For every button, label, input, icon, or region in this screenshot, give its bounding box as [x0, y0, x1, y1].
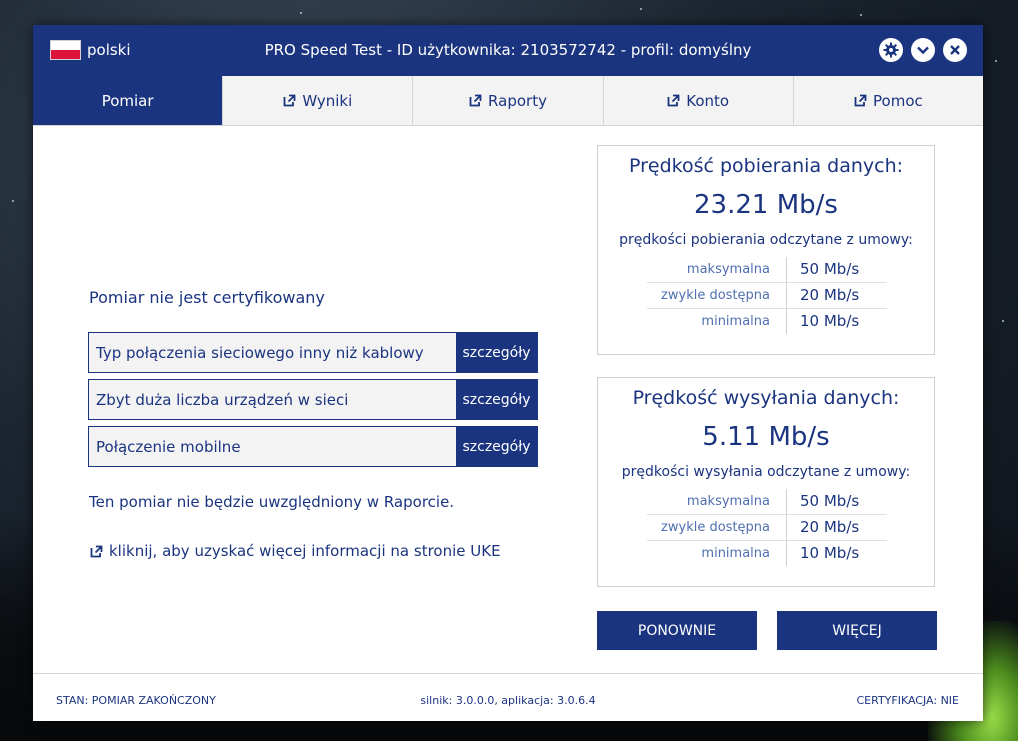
- tab-label: Wyniki: [302, 91, 353, 110]
- row-label: minimalna: [647, 541, 787, 566]
- settings-button[interactable]: [879, 38, 903, 62]
- window-title: PRO Speed Test - ID użytkownika: 2103572…: [264, 41, 752, 59]
- table-row: minimalna 10 Mb/s: [647, 309, 887, 334]
- certification-status: CERTYFIKACJA: NIE: [856, 694, 959, 707]
- title-bar: polski PRO Speed Test - ID użytkownika: …: [33, 25, 983, 76]
- tab-wyniki[interactable]: Wyniki: [223, 76, 414, 125]
- tab-pomiar[interactable]: Pomiar: [33, 76, 224, 125]
- upload-speed: 5.11 Mb/s: [702, 422, 830, 452]
- star: [1002, 320, 1004, 322]
- external-link-icon: [90, 545, 103, 557]
- issue-text: Zbyt duża liczba urządzeń w sieci: [96, 390, 349, 409]
- tab-pomoc[interactable]: Pomoc: [793, 76, 984, 125]
- external-link-icon: [283, 94, 296, 107]
- star: [995, 60, 997, 62]
- row-label: zwykle dostępna: [647, 515, 787, 540]
- details-button[interactable]: szczegóły: [456, 380, 537, 419]
- close-button[interactable]: [943, 38, 967, 62]
- star: [300, 12, 302, 14]
- row-value: 50 Mb/s: [800, 492, 860, 510]
- star: [640, 8, 642, 10]
- row-label: maksymalna: [647, 489, 787, 514]
- tab-label: Konto: [686, 91, 730, 110]
- more-button[interactable]: WIĘCEJ: [777, 611, 937, 650]
- uke-info-link-text: kliknij, aby uzyskać więcej informacji n…: [109, 542, 501, 560]
- retry-button[interactable]: PONOWNIE: [597, 611, 757, 650]
- upload-title: Prędkość wysyłania danych:: [632, 387, 900, 409]
- external-link-icon: [667, 94, 680, 107]
- minimize-button[interactable]: [911, 38, 935, 62]
- download-contract-table: maksymalna 50 Mb/s zwykle dostępna 20 Mb…: [647, 257, 887, 334]
- tab-bar: Pomiar Wyniki Raporty Konto Pomoc: [33, 76, 984, 126]
- details-button[interactable]: szczegóły: [456, 333, 537, 372]
- external-link-icon: [854, 94, 867, 107]
- row-value: 20 Mb/s: [800, 286, 860, 304]
- table-row: minimalna 10 Mb/s: [647, 541, 887, 566]
- upload-contract-table: maksymalna 50 Mb/s zwykle dostępna 20 Mb…: [647, 489, 887, 566]
- version-info: silnik: 3.0.0.0, aplikacja: 3.0.6.4: [420, 694, 596, 707]
- external-link-icon: [469, 94, 482, 107]
- issue-row: Połączenie mobilne szczegóły: [88, 426, 538, 467]
- star: [12, 200, 14, 202]
- upload-panel: Prędkość wysyłania danych: 5.11 Mb/s prę…: [597, 377, 935, 587]
- certification-message: Pomiar nie jest certyfikowany: [89, 288, 325, 307]
- tab-label: Raporty: [488, 91, 547, 110]
- download-contract-label: prędkości pobierania odczytane z umowy:: [619, 232, 913, 248]
- download-speed: 23.21 Mb/s: [694, 190, 838, 220]
- row-value: 10 Mb/s: [800, 312, 860, 330]
- report-note: Ten pomiar nie będzie uwzględniony w Rap…: [89, 493, 455, 511]
- table-row: maksymalna 50 Mb/s: [647, 257, 887, 283]
- table-row: zwykle dostępna 20 Mb/s: [647, 515, 887, 541]
- close-icon: [950, 45, 960, 55]
- row-value: 10 Mb/s: [800, 544, 860, 562]
- details-button[interactable]: szczegóły: [456, 427, 537, 466]
- issue-row: Typ połączenia sieciowego inny niż kablo…: [88, 332, 538, 373]
- row-label: minimalna: [647, 309, 787, 334]
- status-bar: STAN: POMIAR ZAKOŃCZONY silnik: 3.0.0.0,…: [33, 673, 983, 721]
- row-label: zwykle dostępna: [647, 283, 787, 308]
- chevron-down-icon: [917, 46, 929, 55]
- table-row: maksymalna 50 Mb/s: [647, 489, 887, 515]
- issue-row: Zbyt duża liczba urządzeń w sieci szczeg…: [88, 379, 538, 420]
- gear-icon: [883, 42, 899, 58]
- upload-contract-label: prędkości wysyłania odczytane z umowy:: [621, 464, 911, 480]
- row-label: maksymalna: [647, 257, 787, 282]
- star: [860, 14, 862, 16]
- tab-konto[interactable]: Konto: [603, 76, 794, 125]
- issue-text: Typ połączenia sieciowego inny niż kablo…: [96, 343, 424, 362]
- download-panel: Prędkość pobierania danych: 23.21 Mb/s p…: [597, 145, 935, 355]
- download-title: Prędkość pobierania danych:: [628, 155, 904, 177]
- tab-label: Pomiar: [101, 91, 154, 110]
- issue-text: Połączenie mobilne: [96, 437, 241, 456]
- table-row: zwykle dostępna 20 Mb/s: [647, 283, 887, 309]
- row-value: 50 Mb/s: [800, 260, 860, 278]
- app-window: polski PRO Speed Test - ID użytkownika: …: [33, 25, 984, 721]
- row-value: 20 Mb/s: [800, 518, 860, 536]
- uke-info-link[interactable]: kliknij, aby uzyskać więcej informacji n…: [90, 542, 501, 560]
- tab-raporty[interactable]: Raporty: [413, 76, 604, 125]
- tab-label: Pomoc: [873, 91, 923, 110]
